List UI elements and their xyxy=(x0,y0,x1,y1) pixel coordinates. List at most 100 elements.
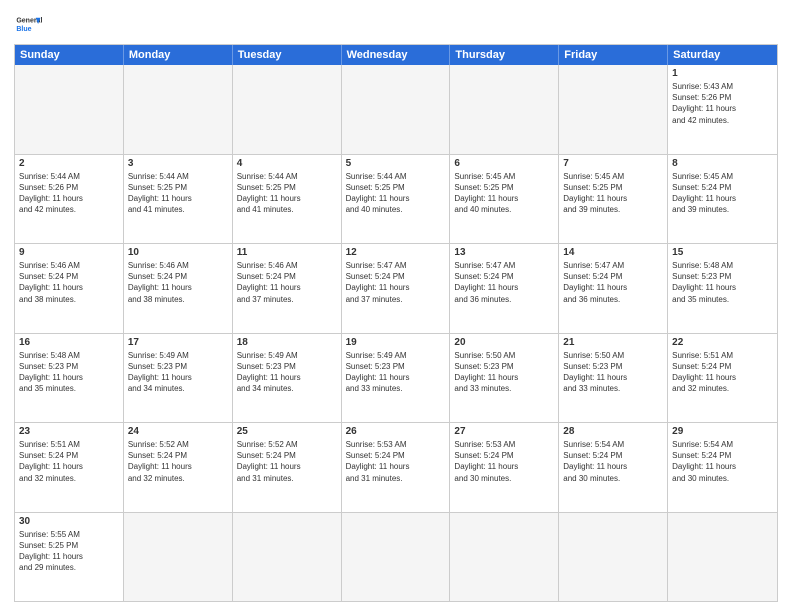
calendar-cell-r3c6: 22Sunrise: 5:51 AM Sunset: 5:24 PM Dayli… xyxy=(668,334,777,423)
day-info: Sunrise: 5:48 AM Sunset: 5:23 PM Dayligh… xyxy=(672,260,773,305)
day-info: Sunrise: 5:49 AM Sunset: 5:23 PM Dayligh… xyxy=(237,350,337,395)
day-info: Sunrise: 5:45 AM Sunset: 5:25 PM Dayligh… xyxy=(563,171,663,216)
day-number: 1 xyxy=(672,68,773,79)
calendar-cell-r4c6: 29 Sunrise: 5:54 AM Sunset: 5:24 PM Dayli… xyxy=(668,423,777,512)
calendar-cell-r2c5: 14 Sunrise: 5:47 AM Sunset: 5:24 PM Dayli… xyxy=(559,244,668,333)
calendar-cell-r4c3: 26 Sunrise: 5:53 AM Sunset: 5:24 PM Dayli… xyxy=(342,423,451,512)
day-info: Sunrise: 5:53 AM Sunset: 5:24 PM Dayligh… xyxy=(454,439,554,484)
day-number: 29 xyxy=(672,426,773,437)
calendar-row-1: 2Sunrise: 5:44 AM Sunset: 5:26 PM Daylig… xyxy=(15,154,777,244)
weekday-header-monday: Monday xyxy=(124,45,233,65)
day-info: Sunrise: 5:46 AM Sunset: 5:24 PM Dayligh… xyxy=(237,260,337,305)
calendar-cell-r5c5 xyxy=(559,513,668,602)
calendar-cell-r4c0: 23 Sunrise: 5:51 AM Sunset: 5:24 PM Dayli… xyxy=(15,423,124,512)
calendar-cell-r3c5: 21 Sunrise: 5:50 AM Sunset: 5:23 PM Dayli… xyxy=(559,334,668,423)
day-number: 4 xyxy=(237,158,337,169)
weekday-header-thursday: Thursday xyxy=(450,45,559,65)
calendar-cell-r5c6 xyxy=(668,513,777,602)
day-number: 23 xyxy=(19,426,119,437)
day-info: Sunrise: 5:47 AM Sunset: 5:24 PM Dayligh… xyxy=(346,260,446,305)
day-info: Sunrise: 5:47 AM Sunset: 5:24 PM Dayligh… xyxy=(563,260,663,305)
calendar-cell-r0c6: 1 Sunrise: 5:43 AM Sunset: 5:26 PM Daylig… xyxy=(668,65,777,154)
calendar-cell-r2c6: 15Sunrise: 5:48 AM Sunset: 5:23 PM Dayli… xyxy=(668,244,777,333)
day-info: Sunrise: 5:51 AM Sunset: 5:24 PM Dayligh… xyxy=(19,439,119,484)
calendar-row-4: 23 Sunrise: 5:51 AM Sunset: 5:24 PM Dayli… xyxy=(15,422,777,512)
weekday-header-saturday: Saturday xyxy=(668,45,777,65)
day-number: 9 xyxy=(19,247,119,258)
day-number: 25 xyxy=(237,426,337,437)
calendar-cell-r1c3: 5Sunrise: 5:44 AM Sunset: 5:25 PM Daylig… xyxy=(342,155,451,244)
calendar-cell-r0c0 xyxy=(15,65,124,154)
day-number: 3 xyxy=(128,158,228,169)
day-info: Sunrise: 5:45 AM Sunset: 5:25 PM Dayligh… xyxy=(454,171,554,216)
day-number: 5 xyxy=(346,158,446,169)
calendar-header: SundayMondayTuesdayWednesdayThursdayFrid… xyxy=(15,45,777,65)
calendar-cell-r4c1: 24Sunrise: 5:52 AM Sunset: 5:24 PM Dayli… xyxy=(124,423,233,512)
day-number: 19 xyxy=(346,337,446,348)
day-info: Sunrise: 5:44 AM Sunset: 5:26 PM Dayligh… xyxy=(19,171,119,216)
calendar-row-0: 1 Sunrise: 5:43 AM Sunset: 5:26 PM Daylig… xyxy=(15,65,777,154)
calendar-cell-r2c3: 12 Sunrise: 5:47 AM Sunset: 5:24 PM Dayli… xyxy=(342,244,451,333)
day-number: 11 xyxy=(237,247,337,258)
day-info: Sunrise: 5:53 AM Sunset: 5:24 PM Dayligh… xyxy=(346,439,446,484)
day-info: Sunrise: 5:48 AM Sunset: 5:23 PM Dayligh… xyxy=(19,350,119,395)
day-info: Sunrise: 5:51 AM Sunset: 5:24 PM Dayligh… xyxy=(672,350,773,395)
day-info: Sunrise: 5:52 AM Sunset: 5:24 PM Dayligh… xyxy=(237,439,337,484)
day-info: Sunrise: 5:46 AM Sunset: 5:24 PM Dayligh… xyxy=(128,260,228,305)
calendar-row-2: 9 Sunrise: 5:46 AM Sunset: 5:24 PM Daylig… xyxy=(15,243,777,333)
calendar-cell-r5c0: 30 Sunrise: 5:55 AM Sunset: 5:25 PM Dayli… xyxy=(15,513,124,602)
generalblue-logo-icon: General Blue xyxy=(14,10,42,38)
weekday-header-sunday: Sunday xyxy=(15,45,124,65)
logo: General Blue xyxy=(14,10,46,38)
calendar-cell-r4c4: 27 Sunrise: 5:53 AM Sunset: 5:24 PM Dayli… xyxy=(450,423,559,512)
calendar-cell-r0c3 xyxy=(342,65,451,154)
calendar-cell-r4c2: 25 Sunrise: 5:52 AM Sunset: 5:24 PM Dayli… xyxy=(233,423,342,512)
day-number: 8 xyxy=(672,158,773,169)
calendar-cell-r3c2: 18 Sunrise: 5:49 AM Sunset: 5:23 PM Dayli… xyxy=(233,334,342,423)
calendar-cell-r1c1: 3 Sunrise: 5:44 AM Sunset: 5:25 PM Daylig… xyxy=(124,155,233,244)
day-info: Sunrise: 5:49 AM Sunset: 5:23 PM Dayligh… xyxy=(128,350,228,395)
calendar-cell-r0c5 xyxy=(559,65,668,154)
day-number: 14 xyxy=(563,247,663,258)
calendar-row-3: 16 Sunrise: 5:48 AM Sunset: 5:23 PM Dayli… xyxy=(15,333,777,423)
weekday-header-wednesday: Wednesday xyxy=(342,45,451,65)
day-info: Sunrise: 5:49 AM Sunset: 5:23 PM Dayligh… xyxy=(346,350,446,395)
calendar-cell-r3c3: 19 Sunrise: 5:49 AM Sunset: 5:23 PM Dayli… xyxy=(342,334,451,423)
calendar-cell-r1c2: 4Sunrise: 5:44 AM Sunset: 5:25 PM Daylig… xyxy=(233,155,342,244)
calendar-cell-r3c0: 16 Sunrise: 5:48 AM Sunset: 5:23 PM Dayli… xyxy=(15,334,124,423)
day-number: 12 xyxy=(346,247,446,258)
calendar-cell-r0c1 xyxy=(124,65,233,154)
day-number: 16 xyxy=(19,337,119,348)
day-info: Sunrise: 5:50 AM Sunset: 5:23 PM Dayligh… xyxy=(563,350,663,395)
day-number: 6 xyxy=(454,158,554,169)
day-number: 10 xyxy=(128,247,228,258)
calendar-cell-r3c4: 20Sunrise: 5:50 AM Sunset: 5:23 PM Dayli… xyxy=(450,334,559,423)
day-info: Sunrise: 5:55 AM Sunset: 5:25 PM Dayligh… xyxy=(19,529,119,574)
calendar-cell-r2c4: 13 Sunrise: 5:47 AM Sunset: 5:24 PM Dayli… xyxy=(450,244,559,333)
day-number: 21 xyxy=(563,337,663,348)
day-info: Sunrise: 5:44 AM Sunset: 5:25 PM Dayligh… xyxy=(128,171,228,216)
day-number: 27 xyxy=(454,426,554,437)
day-number: 18 xyxy=(237,337,337,348)
calendar-cell-r0c2 xyxy=(233,65,342,154)
day-info: Sunrise: 5:45 AM Sunset: 5:24 PM Dayligh… xyxy=(672,171,773,216)
day-info: Sunrise: 5:47 AM Sunset: 5:24 PM Dayligh… xyxy=(454,260,554,305)
calendar-cell-r1c0: 2Sunrise: 5:44 AM Sunset: 5:26 PM Daylig… xyxy=(15,155,124,244)
day-number: 30 xyxy=(19,516,119,527)
day-number: 17 xyxy=(128,337,228,348)
calendar-cell-r5c4 xyxy=(450,513,559,602)
day-number: 24 xyxy=(128,426,228,437)
day-info: Sunrise: 5:43 AM Sunset: 5:26 PM Dayligh… xyxy=(672,81,773,126)
day-info: Sunrise: 5:46 AM Sunset: 5:24 PM Dayligh… xyxy=(19,260,119,305)
day-info: Sunrise: 5:54 AM Sunset: 5:24 PM Dayligh… xyxy=(672,439,773,484)
calendar-cell-r5c2 xyxy=(233,513,342,602)
weekday-header-tuesday: Tuesday xyxy=(233,45,342,65)
day-number: 13 xyxy=(454,247,554,258)
day-info: Sunrise: 5:54 AM Sunset: 5:24 PM Dayligh… xyxy=(563,439,663,484)
calendar-cell-r5c1 xyxy=(124,513,233,602)
calendar-cell-r3c1: 17 Sunrise: 5:49 AM Sunset: 5:23 PM Dayli… xyxy=(124,334,233,423)
day-number: 26 xyxy=(346,426,446,437)
day-number: 28 xyxy=(563,426,663,437)
weekday-header-friday: Friday xyxy=(559,45,668,65)
calendar-cell-r2c1: 10 Sunrise: 5:46 AM Sunset: 5:24 PM Dayli… xyxy=(124,244,233,333)
